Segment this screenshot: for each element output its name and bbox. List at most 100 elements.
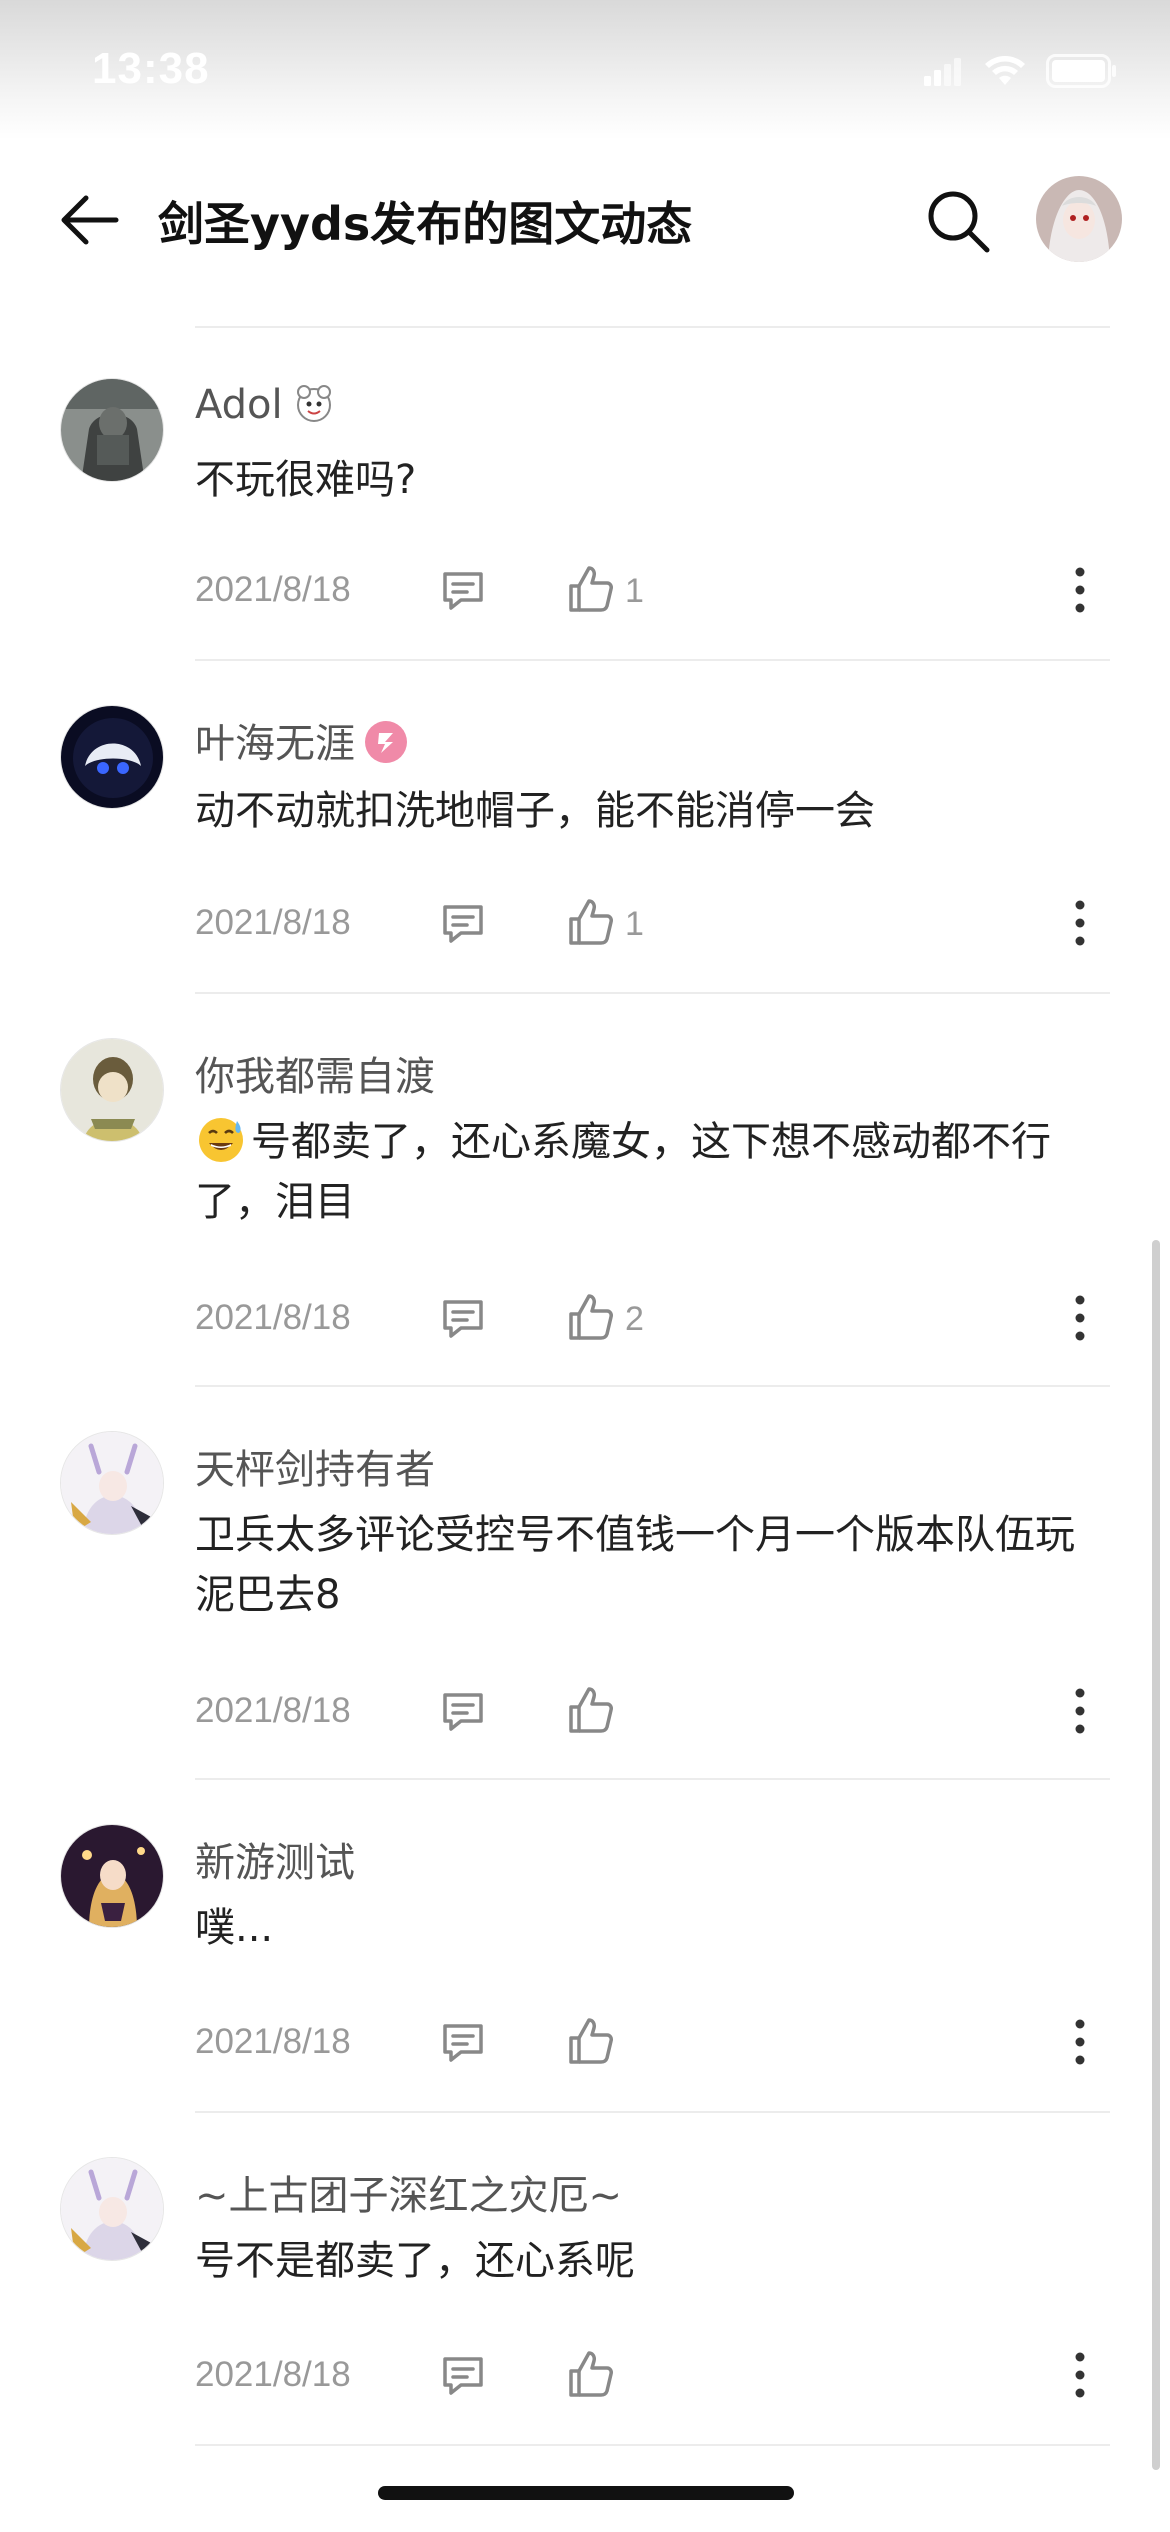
- reply-button[interactable]: [439, 2018, 487, 2066]
- home-indicator[interactable]: [378, 2486, 794, 2500]
- comment-text: 号都卖了，还心系魔女，这下想不感动都不行了，泪目: [195, 1112, 1100, 1232]
- back-button[interactable]: [56, 190, 126, 250]
- comment-icon: [443, 2024, 483, 2062]
- comment-author[interactable]: 叶海无涯: [195, 711, 409, 769]
- avatar-image: [61, 1432, 163, 1534]
- avatar[interactable]: [60, 1824, 164, 1928]
- comment-meta: 2021/8/18 1: [195, 897, 1110, 957]
- more-vertical-icon: [1075, 1688, 1085, 1734]
- reply-button[interactable]: [439, 899, 487, 947]
- reply-button[interactable]: [439, 1294, 487, 1342]
- comment-meta: 2021/8/18 1: [195, 564, 1110, 624]
- divider: [195, 2111, 1110, 2113]
- more-vertical-icon: [1075, 2352, 1085, 2398]
- comment-date: 2021/8/18: [195, 1691, 351, 1730]
- cellular-signal-icon: [923, 58, 961, 86]
- comment-date: 2021/8/18: [195, 570, 351, 609]
- divider: [195, 1778, 1110, 1780]
- scrollbar[interactable]: [1152, 1240, 1160, 2470]
- thumbs-up-icon: [569, 566, 613, 612]
- comment-author[interactable]: 新游测试: [195, 1830, 355, 1888]
- user-avatar-button[interactable]: [1036, 176, 1122, 262]
- divider: [195, 2444, 1110, 2446]
- more-vertical-icon: [1075, 2019, 1085, 2065]
- page-title: 剑圣yyds发布的图文动态: [158, 197, 693, 251]
- comment-author[interactable]: 天枰剑持有者: [195, 1437, 435, 1495]
- like-count: 2: [625, 1300, 644, 1338]
- thumbs-up-icon: [569, 899, 613, 945]
- comment-author[interactable]: Adol: [195, 380, 337, 428]
- like-button[interactable]: 1: [567, 564, 677, 616]
- comment-date: 2021/8/18: [195, 2022, 351, 2061]
- more-options-button[interactable]: [1065, 1685, 1095, 1737]
- avatar[interactable]: [60, 1431, 164, 1535]
- like-button[interactable]: [567, 1685, 677, 1737]
- comment-date: 2021/8/18: [195, 903, 351, 942]
- more-options-button[interactable]: [1065, 897, 1095, 949]
- avatar-image: [61, 1039, 163, 1141]
- status-time: 13:38: [92, 44, 210, 93]
- avatar-image: [61, 2158, 163, 2260]
- sweat-smile-emoji-icon: [199, 1118, 243, 1162]
- author-name: Adol: [195, 382, 283, 428]
- more-options-button[interactable]: [1065, 2349, 1095, 2401]
- reply-button[interactable]: [439, 2351, 487, 2399]
- thumbs-up-icon: [569, 1294, 613, 1340]
- like-count: 1: [625, 572, 644, 610]
- reply-button[interactable]: [439, 1687, 487, 1735]
- avatar: [1036, 176, 1122, 262]
- comment-text: 不玩很难吗?: [195, 457, 417, 503]
- comment-icon: [443, 2357, 483, 2395]
- more-vertical-icon: [1075, 567, 1085, 613]
- more-vertical-icon: [1075, 900, 1085, 946]
- divider: [195, 659, 1110, 661]
- divider: [195, 992, 1110, 994]
- like-button[interactable]: 1: [567, 897, 677, 949]
- comment-icon: [443, 905, 483, 943]
- comment-date: 2021/8/18: [195, 1298, 351, 1337]
- more-options-button[interactable]: [1065, 1292, 1095, 1344]
- comment-date: 2021/8/18: [195, 2355, 351, 2394]
- author-name: 叶海无涯: [195, 721, 355, 767]
- status-bar: 13:38: [0, 0, 1170, 140]
- like-count: 1: [625, 905, 644, 943]
- avatar-image: [61, 379, 163, 481]
- wifi-icon: [984, 56, 1025, 85]
- avatar[interactable]: [60, 1038, 164, 1142]
- comment-icon: [443, 1693, 483, 1731]
- comment-meta: 2021/8/18: [195, 2349, 1110, 2409]
- comment-meta: 2021/8/18: [195, 2016, 1110, 2076]
- avatar-image: [61, 706, 163, 808]
- like-button[interactable]: [567, 2016, 677, 2068]
- reply-button[interactable]: [439, 566, 487, 614]
- comment-icon: [443, 1300, 483, 1338]
- thumbs-up-icon: [569, 2351, 613, 2397]
- arrow-left-icon: [61, 195, 119, 245]
- avatar[interactable]: [60, 378, 164, 482]
- more-options-button[interactable]: [1065, 564, 1095, 616]
- comment-meta: 2021/8/18 2: [195, 1292, 1110, 1352]
- like-button[interactable]: 2: [567, 1292, 677, 1344]
- divider: [195, 1385, 1110, 1387]
- sticker-badge-icon: [296, 385, 331, 422]
- avatar-image: [61, 1825, 163, 1927]
- comment-text: 卫兵太多评论受控号不值钱一个月一个版本队伍玩泥巴去8: [195, 1512, 1075, 1618]
- battery-icon: [1046, 54, 1116, 88]
- comment-author[interactable]: ~上古团子深红之灾厄~: [195, 2163, 622, 2221]
- avatar[interactable]: [60, 2157, 164, 2261]
- comment-text: 动不动就扣洗地帽子，能不能消停一会: [195, 788, 875, 834]
- comment-text: 噗...: [195, 1905, 274, 1951]
- comment-text: 号不是都卖了，还心系呢: [195, 2238, 635, 2284]
- comment-meta: 2021/8/18: [195, 1685, 1110, 1745]
- avatar[interactable]: [60, 705, 164, 809]
- like-button[interactable]: [567, 2349, 677, 2401]
- divider: [195, 326, 1110, 328]
- more-options-button[interactable]: [1065, 2016, 1095, 2068]
- search-button[interactable]: [925, 188, 991, 254]
- comment-author[interactable]: 你我都需自渡: [195, 1044, 435, 1102]
- level-badge-icon: [365, 721, 407, 763]
- comment-icon: [443, 572, 483, 610]
- more-vertical-icon: [1075, 1295, 1085, 1341]
- search-icon: [928, 191, 990, 253]
- nav-bar: 剑圣yyds发布的图文动态: [0, 150, 1170, 290]
